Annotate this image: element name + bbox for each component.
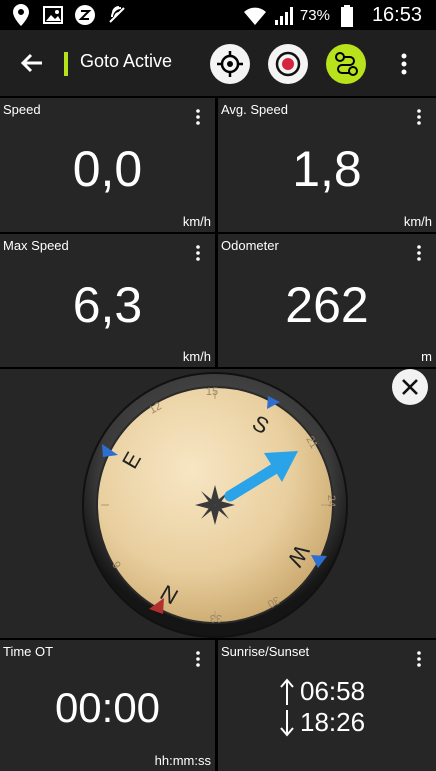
speed-unit: km/h [182,214,211,229]
more-vert-icon [401,53,407,75]
status-bar: 73% 16:53 [0,0,436,30]
tile-menu-icon[interactable] [414,108,424,126]
degree-33: 33 [210,612,222,624]
compass-panel[interactable]: 15 12 21 24 30 33 6 S W N E [0,369,436,638]
location-icon [10,4,32,26]
tile-menu-icon[interactable] [193,108,203,126]
route-icon [335,52,358,76]
max-speed-value: 6,3 [72,277,143,333]
tile-menu-icon[interactable] [193,650,203,668]
app-toolbar: Goto Active [0,30,436,96]
sunset-time: 18:26 [300,707,366,737]
avg-speed-value: 1,8 [292,141,362,197]
arrow-up-icon [280,677,294,705]
close-icon [402,379,418,395]
battery-icon [336,4,358,27]
tile-menu-icon[interactable] [193,244,203,262]
speed-tile[interactable]: Speed 0,0 km/h [0,98,215,232]
back-button[interactable] [18,49,46,77]
time-ot-tile[interactable]: Time OT 00:00 hh:mm:ss [0,640,215,771]
arrow-down-icon [280,709,294,737]
avg-speed-label: Avg. Speed [221,102,288,117]
time-ot-value: 00:00 [54,684,161,731]
record-button[interactable] [268,44,308,84]
signal-icon [272,5,294,27]
overflow-menu-button[interactable] [394,52,414,76]
title-accent [64,52,68,76]
degree-15: 15 [206,386,218,398]
time-ot-unit: hh:mm:ss [154,753,211,768]
odometer-unit: m [421,349,432,364]
speed-label: Speed [3,102,41,117]
gps-target-button[interactable] [210,44,250,84]
max-speed-tile[interactable]: Max Speed 6,3 km/h [0,234,215,367]
arrow-left-icon [20,53,42,73]
gallery-icon [42,4,64,26]
zedge-icon [74,4,96,26]
nfc-icon [106,4,128,26]
speed-value: 0,0 [72,141,143,197]
odometer-tile[interactable]: Odometer 262 m [218,234,436,367]
battery-percentage: 73% [299,7,330,24]
degree-24: 24 [325,495,337,507]
route-button[interactable] [326,44,366,84]
sunrise-sunset-tile[interactable]: Sunrise/Sunset 06:58 18:26 [218,640,436,771]
avg-speed-unit: km/h [403,214,432,229]
page-title: Goto Active [80,51,173,71]
tile-menu-icon[interactable] [414,650,424,668]
sunrise-sunset-label: Sunrise/Sunset [221,644,310,659]
odometer-value: 262 [285,277,369,333]
clock: 16:53 [371,4,422,26]
time-ot-label: Time OT [3,644,54,659]
close-compass-button[interactable] [392,369,428,405]
tile-menu-icon[interactable] [414,244,424,262]
compass: 15 12 21 24 30 33 6 S W N E [82,372,348,638]
odometer-label: Odometer [221,238,279,253]
record-icon [275,51,301,77]
wifi-icon [243,5,266,27]
max-speed-label: Max Speed [3,238,69,253]
avg-speed-tile[interactable]: Avg. Speed 1,8 km/h [218,98,436,232]
max-speed-unit: km/h [182,349,211,364]
crosshair-icon [217,51,243,77]
sunrise-sunset-times: 06:58 18:26 [280,676,365,738]
sunrise-time: 06:58 [300,676,366,706]
